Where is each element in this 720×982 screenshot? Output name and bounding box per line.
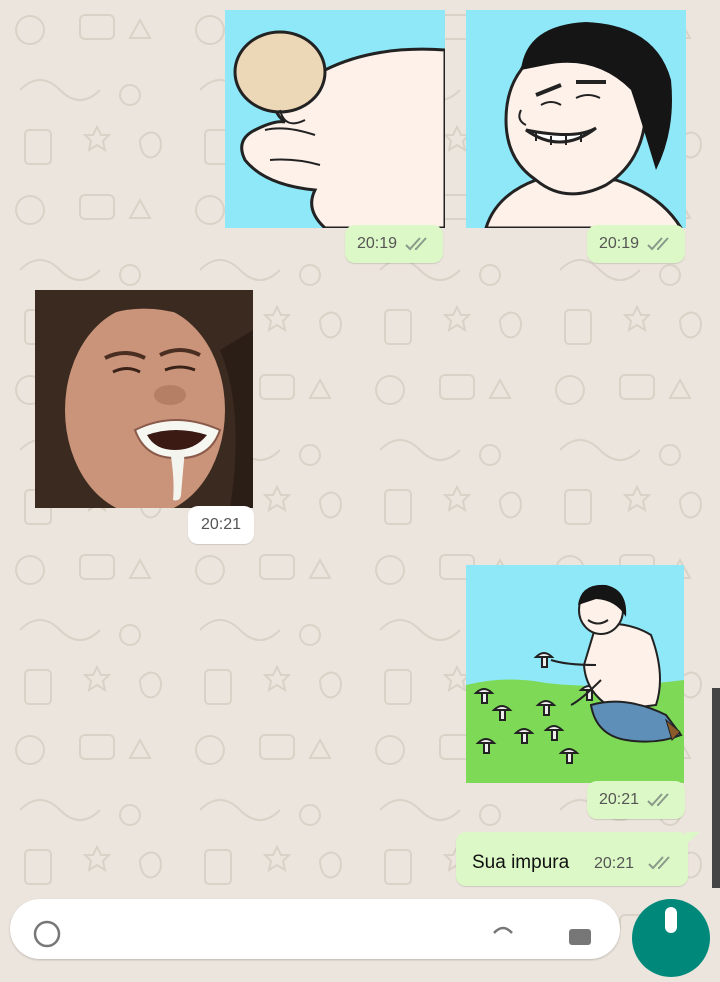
- double-check-icon: [648, 856, 670, 870]
- emoji-icon[interactable]: [32, 919, 62, 949]
- girl-crying-photo-sticker[interactable]: [35, 290, 253, 508]
- double-check-icon: [647, 237, 669, 251]
- message-time: 20:21: [200, 516, 242, 533]
- camera-icon[interactable]: [565, 919, 595, 949]
- attach-icon[interactable]: [488, 919, 518, 949]
- message-time-pill: 20:19: [345, 225, 443, 263]
- message-time: 20:19: [356, 235, 398, 252]
- message-text-bubble[interactable]: Sua impura 20:21: [456, 832, 688, 886]
- double-check-icon: [405, 237, 427, 251]
- mic-button[interactable]: [632, 899, 710, 977]
- double-check-icon: [647, 793, 669, 807]
- hand-holding-mushroom-sticker[interactable]: [225, 10, 445, 228]
- message-time: 20:19: [598, 235, 640, 252]
- message-time-pill: 20:21: [188, 506, 254, 544]
- message-time: 20:21: [598, 791, 640, 808]
- message-time-pill: 20:21: [587, 781, 685, 819]
- mic-icon: [665, 907, 677, 933]
- man-picking-mushrooms-sticker[interactable]: [466, 565, 684, 783]
- rage-comic-grin-face-sticker[interactable]: [466, 10, 686, 228]
- scrollbar[interactable]: [712, 688, 720, 888]
- message-text: Sua impura: [472, 852, 570, 873]
- message-input-bar[interactable]: [10, 899, 620, 959]
- message-time-pill: 20:19: [587, 225, 685, 263]
- bubble-tail: [686, 832, 700, 844]
- message-time: 20:21: [594, 855, 635, 872]
